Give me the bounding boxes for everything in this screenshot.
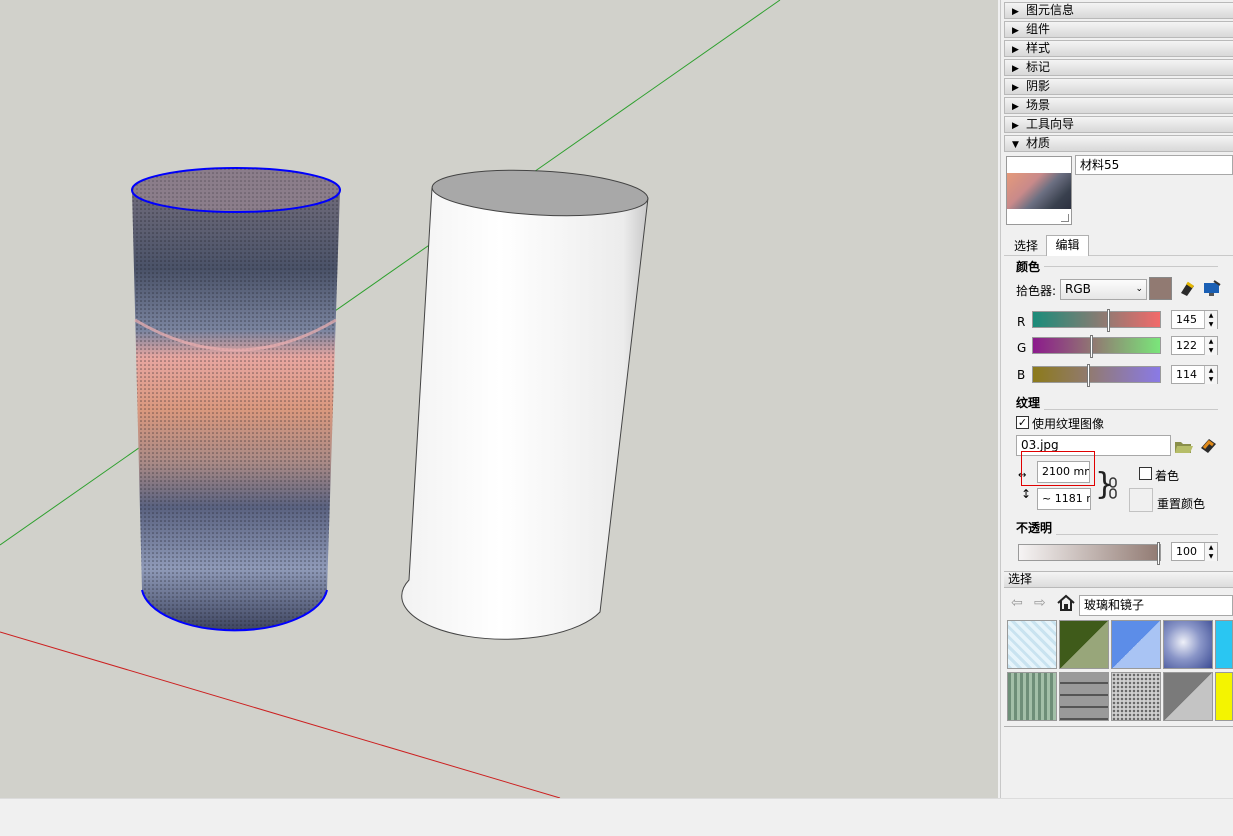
collapse-triangle-icon: ▶ <box>1012 102 1019 112</box>
use-texture-checkbox[interactable]: ✓ <box>1016 416 1029 429</box>
modeling-viewport[interactable] <box>0 0 998 798</box>
forward-arrow-icon[interactable]: ⇨ <box>1034 595 1050 611</box>
highlight-box <box>1021 451 1095 486</box>
collapse-triangle-icon: ▶ <box>1012 64 1019 74</box>
colorize-label: 着色 <box>1155 469 1180 483</box>
reset-color-label: 重置颜色 <box>1157 497 1206 511</box>
checkmark-icon: ✓ <box>1017 416 1028 429</box>
r-slider-thumb[interactable] <box>1107 309 1110 332</box>
swatch-cyan-glass[interactable] <box>1215 620 1233 669</box>
spin-down-icon[interactable]: ▼ <box>1204 346 1217 355</box>
lock-aspect-chain-icon[interactable] <box>1108 477 1118 499</box>
collapse-triangle-icon: ▶ <box>1012 26 1019 36</box>
tray-header-styles[interactable]: ▶ 样式 <box>1004 40 1233 57</box>
collection-dropdown[interactable]: 玻璃和镜子 <box>1079 595 1233 616</box>
color-picker-value: RGB <box>1065 282 1091 296</box>
swatch-glass-pattern[interactable] <box>1007 620 1057 669</box>
spin-down-icon[interactable]: ▼ <box>1204 320 1217 329</box>
swatch-speckle-glass[interactable] <box>1111 672 1161 721</box>
tray-header-instructor[interactable]: ▶ 工具向导 <box>1004 116 1233 133</box>
g-value-field[interactable]: 122 ▲ ▼ <box>1171 336 1218 355</box>
swatch-yellow-glass[interactable] <box>1215 672 1233 721</box>
channel-label-r: R <box>1017 315 1026 329</box>
tray-header-entity-info[interactable]: ▶ 图元信息 <box>1004 2 1233 19</box>
scene-canvas[interactable] <box>0 0 998 798</box>
tray-header-components[interactable]: ▶ 组件 <box>1004 21 1233 38</box>
library-header-label: 选择 <box>1008 572 1033 586</box>
channel-label-b: B <box>1017 368 1026 382</box>
spin-down-icon[interactable]: ▼ <box>1204 375 1217 384</box>
swatch-grey-glass[interactable] <box>1163 672 1213 721</box>
browse-folder-icon[interactable] <box>1174 436 1194 455</box>
status-bar <box>0 798 1233 836</box>
g-slider[interactable] <box>1032 335 1161 358</box>
edit-texture-icon[interactable] <box>1199 436 1219 455</box>
opacity-slider-thumb[interactable] <box>1157 542 1160 565</box>
reset-color-button[interactable] <box>1129 488 1153 512</box>
b-value: 114 <box>1176 368 1197 381</box>
texture-height-field[interactable]: ~ 1181 mm <box>1037 488 1091 510</box>
texture-section-label: 纹理 <box>1016 396 1041 410</box>
b-slider[interactable] <box>1032 364 1161 387</box>
textured-cylinder[interactable] <box>131 167 341 632</box>
channel-label-g: G <box>1017 341 1027 355</box>
swatch-striped-glass[interactable] <box>1007 672 1057 721</box>
r-value-field[interactable]: 145 ▲ ▼ <box>1171 310 1218 329</box>
color-swatch[interactable] <box>1149 277 1172 300</box>
tab-select[interactable]: 选择 <box>1006 238 1046 256</box>
collapse-triangle-icon: ▶ <box>1012 45 1019 55</box>
tray-header-shadows[interactable]: ▶ 阴影 <box>1004 78 1233 95</box>
b-value-field[interactable]: 114 ▲ ▼ <box>1171 365 1218 384</box>
library-header: 选择 <box>1004 571 1233 588</box>
collapse-triangle-icon: ▶ <box>1012 83 1019 93</box>
color-section-label: 颜色 <box>1016 260 1041 274</box>
collapse-triangle-icon: ▶ <box>1012 7 1019 17</box>
spin-up-icon[interactable]: ▲ <box>1204 311 1217 320</box>
color-picker-label: 拾色器: <box>1016 284 1057 298</box>
expand-triangle-icon: ▼ <box>1012 140 1019 150</box>
chevron-down-icon: ⌄ <box>1135 284 1143 294</box>
height-arrow-icon: ↕ <box>1021 487 1032 501</box>
g-value: 122 <box>1176 339 1197 352</box>
tray-header-tags[interactable]: ▶ 标记 <box>1004 59 1233 76</box>
white-cylinder[interactable] <box>401 165 649 640</box>
material-preview[interactable] <box>1006 156 1072 225</box>
opacity-section-label: 不透明 <box>1016 521 1053 535</box>
red-axis-line <box>0 631 561 798</box>
use-texture-label: 使用纹理图像 <box>1032 417 1105 431</box>
color-picker-select[interactable]: RGB ⌄ <box>1060 279 1147 300</box>
material-name-field[interactable]: 材料55 <box>1075 155 1233 175</box>
swatch-blue-glass[interactable] <box>1111 620 1161 669</box>
sample-paint-icon[interactable] <box>1178 279 1197 298</box>
swatch-tile-glass[interactable] <box>1059 672 1109 721</box>
swatch-sky-glass[interactable] <box>1163 620 1213 669</box>
resize-grip-icon <box>1061 214 1069 222</box>
opacity-slider[interactable] <box>1018 542 1161 565</box>
back-arrow-icon[interactable]: ⇦ <box>1011 595 1027 611</box>
r-value: 145 <box>1176 313 1197 326</box>
tab-edit[interactable]: 编辑 <box>1046 235 1089 256</box>
tray-header-materials[interactable]: ▼ 材质 <box>1004 135 1233 152</box>
swatch-green-glass[interactable] <box>1059 620 1109 669</box>
collapse-triangle-icon: ▶ <box>1012 121 1019 131</box>
tray-header-scenes[interactable]: ▶ 场景 <box>1004 97 1233 114</box>
spin-up-icon[interactable]: ▲ <box>1204 543 1217 552</box>
spin-up-icon[interactable]: ▲ <box>1204 366 1217 375</box>
green-axis-line <box>0 0 781 546</box>
brace-icon: } <box>1095 467 1115 502</box>
spin-down-icon[interactable]: ▼ <box>1204 552 1217 561</box>
material-thumbnail <box>1007 173 1071 209</box>
b-slider-thumb[interactable] <box>1087 364 1090 387</box>
opacity-value: 100 <box>1176 545 1197 558</box>
colorize-checkbox[interactable] <box>1139 467 1152 480</box>
match-screen-color-icon[interactable] <box>1202 279 1222 298</box>
spin-up-icon[interactable]: ▲ <box>1204 337 1217 346</box>
r-slider[interactable] <box>1032 309 1161 332</box>
opacity-value-field[interactable]: 100 ▲ ▼ <box>1171 542 1218 561</box>
g-slider-thumb[interactable] <box>1090 335 1093 358</box>
home-icon[interactable] <box>1056 594 1076 612</box>
